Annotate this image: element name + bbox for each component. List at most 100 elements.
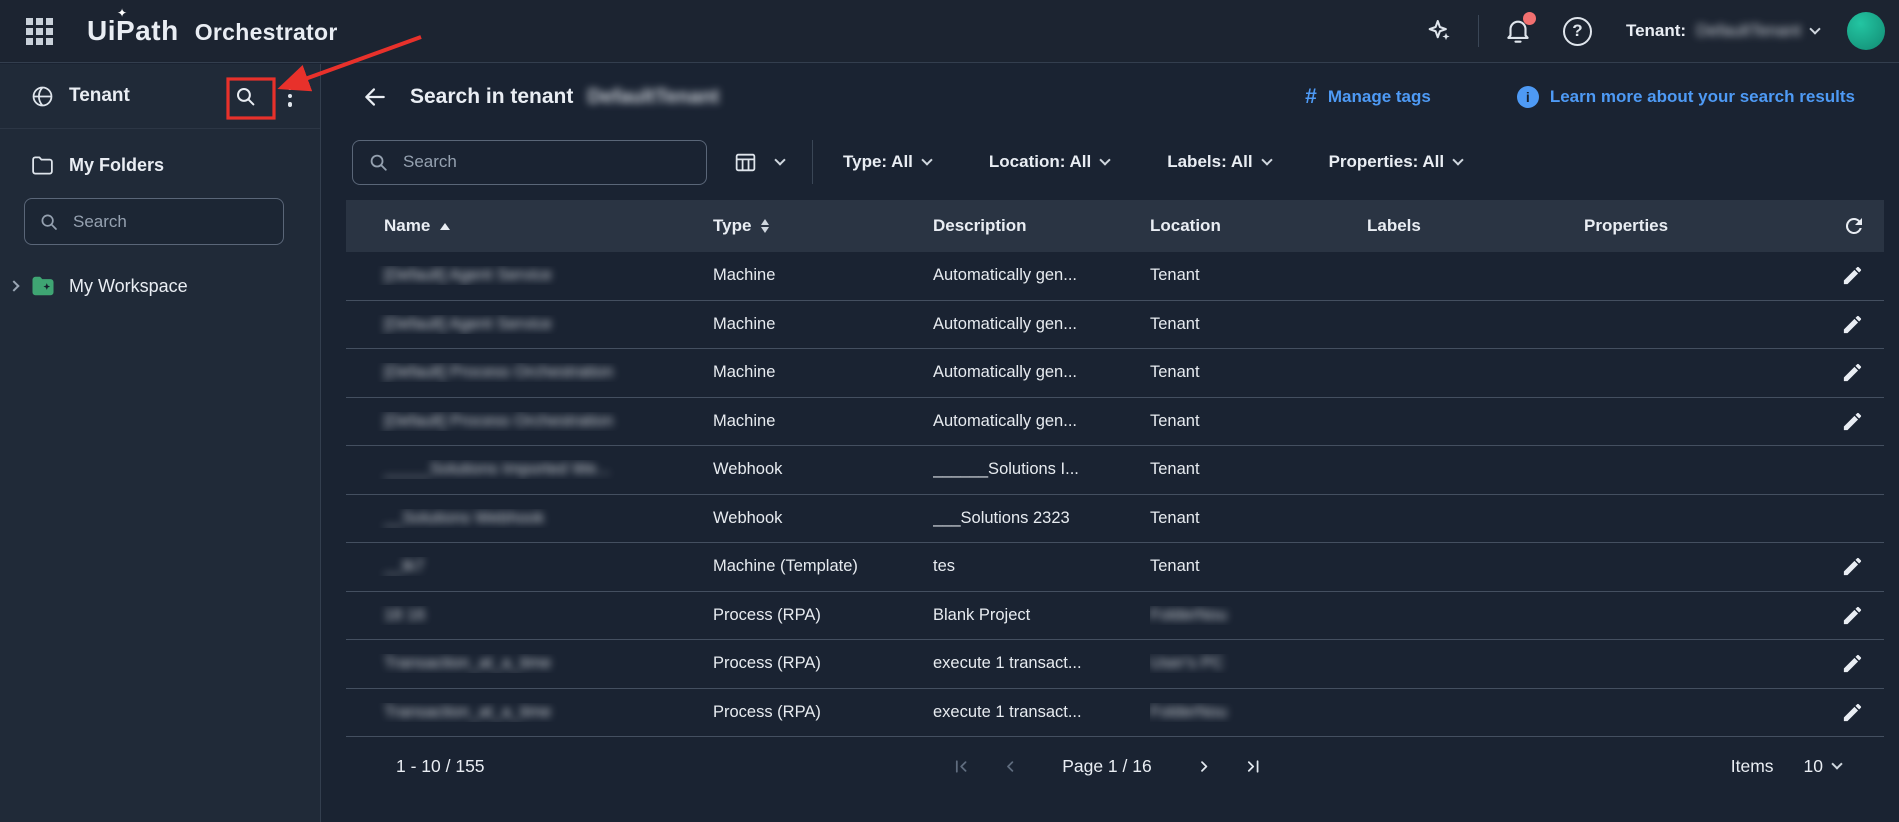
filter-bar: Type: All Location: All Labels: All Prop… [843, 152, 1464, 172]
first-page-button[interactable] [950, 756, 971, 777]
filter-properties[interactable]: Properties: All [1328, 152, 1464, 172]
sidebar-more-menu-icon[interactable] [282, 79, 299, 113]
help-icon[interactable]: ? [1562, 16, 1592, 46]
filter-labels[interactable]: Labels: All [1167, 152, 1273, 172]
table-row[interactable]: [Default] Agent Service Machine Automati… [346, 252, 1884, 301]
edit-button[interactable] [1841, 410, 1884, 433]
app-launcher-icon[interactable] [26, 17, 53, 45]
table-row[interactable]: _____Solutions Imported We... Webhook __… [346, 446, 1884, 495]
cell-type: Machine [713, 266, 776, 285]
uipath-orchestrator-app: { "topbar": { "logo_primary": "UiPath", … [0, 0, 1899, 822]
cell-description: ______Solutions I... [933, 460, 1079, 479]
page-title: Search in tenant [410, 85, 574, 108]
edit-button[interactable] [1841, 313, 1884, 336]
table-row[interactable]: [Default] Agent Service Machine Automati… [346, 301, 1884, 349]
sidebar-item-my-folders[interactable]: My Folders [30, 153, 320, 178]
cell-location: FolderNou [1150, 605, 1228, 624]
cell-location: FolderNou [1150, 702, 1228, 721]
page-title-tenant-name: DefaultTenant [587, 85, 720, 108]
cell-name: _____Solutions Imported We... [384, 460, 611, 479]
cell-type: Process (RPA) [713, 605, 821, 624]
tenant-selector[interactable]: Tenant: DefaultTenant [1626, 21, 1821, 41]
uipath-logo: UiPath ✦ Orchestrator [87, 6, 338, 47]
cell-type: Machine [713, 411, 776, 430]
edit-button[interactable] [1841, 604, 1884, 627]
my-folders-label: My Folders [69, 155, 165, 175]
edit-button[interactable] [1841, 555, 1884, 578]
cell-location: Tenant [1150, 266, 1200, 285]
table-row[interactable]: Transaction_at_a_time Process (RPA) exec… [346, 640, 1884, 689]
autopilot-icon[interactable] [1424, 16, 1454, 46]
column-header-location: Location [1150, 216, 1221, 235]
cell-description: Automatically gen... [933, 411, 1077, 430]
sidebar-search-icon[interactable] [226, 77, 266, 115]
cell-description: Automatically gen... [933, 266, 1077, 285]
sidebar-search-input[interactable] [71, 210, 273, 233]
cell-type: Machine [713, 363, 776, 382]
column-header-labels: Labels [1367, 216, 1421, 235]
table-row[interactable]: [Default] Process Orchestration Machine … [346, 398, 1884, 446]
table-row[interactable]: Transaction_at_a_time Process (RPA) exec… [346, 689, 1884, 737]
items-label: Items [1730, 755, 1774, 776]
filter-type[interactable]: Type: All [843, 152, 933, 172]
table-row[interactable]: 18 16 Process (RPA) Blank Project Folder… [346, 592, 1884, 640]
search-icon [370, 154, 387, 171]
table-row[interactable]: __tk7 Machine (Template) tes Tenant [346, 543, 1884, 592]
items-per-page[interactable]: Items 10 [1731, 756, 1869, 777]
cell-location: Tenant [1150, 314, 1200, 333]
user-avatar[interactable] [1847, 12, 1885, 50]
cell-name: [Default] Process Orchestration [384, 411, 614, 430]
sidebar-item-my-workspace[interactable]: My Workspace [8, 273, 320, 299]
table-row[interactable]: [Default] Process Orchestration Machine … [346, 349, 1884, 398]
edit-button[interactable] [1841, 701, 1884, 724]
edit-icon [1843, 703, 1862, 721]
chevron-down-icon [1260, 153, 1273, 166]
learn-more-link[interactable]: i Learn more about your search results [1516, 86, 1855, 108]
results-search-input[interactable] [401, 151, 696, 173]
cell-type: Webhook [713, 508, 783, 527]
column-picker[interactable] [733, 150, 786, 175]
cell-type: Webhook [713, 460, 783, 479]
hash-icon: # [1305, 85, 1317, 108]
main-header: Search in tenant DefaultTenant # Manage … [322, 64, 1899, 130]
column-header-description: Description [933, 216, 1027, 235]
filter-label: Location: All [988, 152, 1092, 171]
edit-button[interactable] [1841, 361, 1884, 384]
previous-page-button[interactable] [999, 756, 1020, 777]
cell-location: Tenant [1150, 363, 1200, 382]
chevron-down-icon [1809, 22, 1821, 35]
manage-tags-link[interactable]: # Manage tags [1305, 85, 1431, 109]
page-indicator: Page 1 / 16 [1062, 755, 1152, 776]
edit-icon [1843, 364, 1862, 382]
chevron-right-icon[interactable] [8, 280, 20, 292]
cell-description: ___Solutions 2323 [933, 508, 1070, 527]
table-body: [Default] Agent Service Machine Automati… [346, 252, 1884, 737]
pagination-bar: 1 - 10 / 155 Page 1 / 16 Items 10 [370, 737, 1869, 795]
cell-type: Process (RPA) [713, 702, 821, 721]
column-header-type[interactable]: Type [713, 216, 933, 236]
refresh-button[interactable] [1842, 214, 1884, 238]
main-content: Search in tenant DefaultTenant # Manage … [322, 64, 1899, 822]
cell-description: execute 1 transact... [933, 702, 1082, 721]
back-button[interactable] [362, 84, 388, 110]
cell-description: execute 1 transact... [933, 654, 1082, 673]
cell-name: [Default] Process Orchestration [384, 363, 614, 382]
logo-text: UiPath [87, 15, 179, 46]
edit-button[interactable] [1841, 652, 1884, 675]
cell-type: Machine [713, 314, 776, 333]
notifications-bell-icon[interactable] [1503, 12, 1536, 46]
top-bar: UiPath ✦ Orchestrator ? Tenant: DefaultT… [0, 0, 1899, 63]
table-header-row: Name Type Description Location Labels Propert… [346, 200, 1884, 252]
sidebar-search-box[interactable] [24, 198, 284, 245]
filter-location[interactable]: Location: All [988, 152, 1111, 172]
column-header-name[interactable]: Name [346, 216, 713, 236]
results-search-box[interactable] [352, 139, 707, 185]
table-row[interactable]: __Solutions Webhook Webhook ___Solutions… [346, 495, 1884, 543]
next-page-button[interactable] [1194, 756, 1215, 777]
edit-icon [1843, 315, 1862, 333]
edit-button[interactable] [1841, 264, 1884, 287]
filter-label: Properties: All [1328, 152, 1445, 171]
toolbar-divider [812, 140, 813, 184]
last-page-button[interactable] [1243, 756, 1264, 777]
edit-icon [1843, 412, 1862, 430]
